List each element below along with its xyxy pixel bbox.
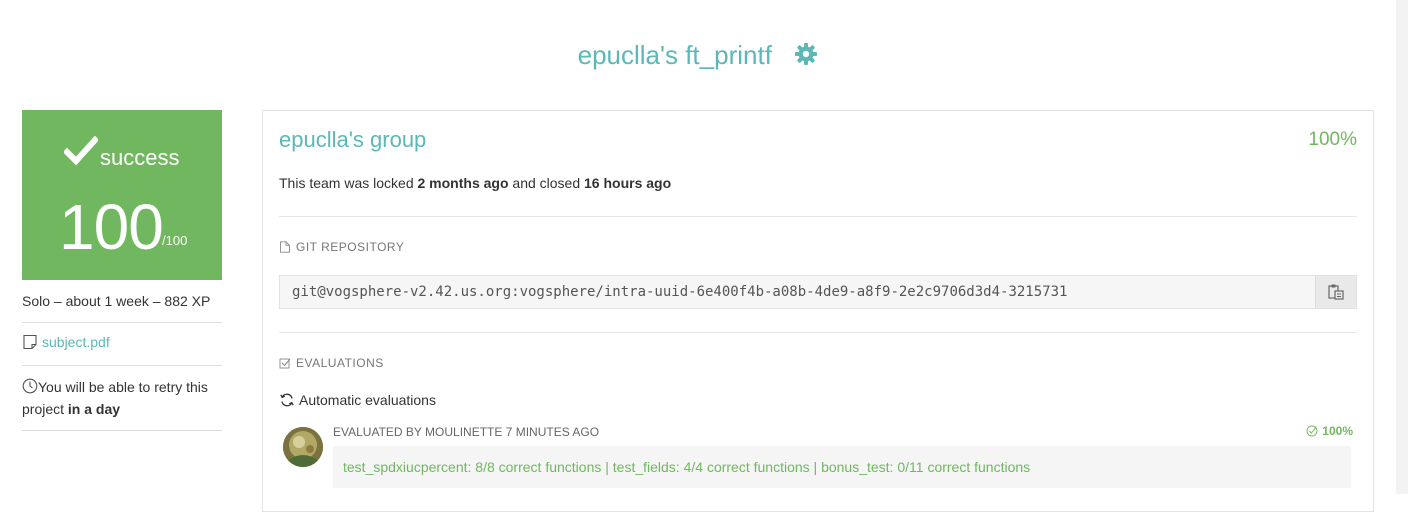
subject-pdf-link[interactable]: subject.pdf <box>22 334 110 350</box>
check-circle-icon <box>1306 425 1318 437</box>
gear-icon[interactable] <box>794 42 818 66</box>
git-section-label: GIT REPOSITORY <box>279 240 404 254</box>
project-status-box: success 100 /100 <box>22 110 222 280</box>
evaluation-result: test_spdxiucpercent: 8/8 correct functio… <box>333 446 1351 488</box>
final-score: 100 <box>59 191 164 263</box>
project-meta: Solo – about 1 week – 882 XP <box>22 293 211 309</box>
team-panel: epuclla's group 100% This team was locke… <box>262 110 1374 512</box>
document-icon <box>23 334 37 350</box>
evaluations-section-label: EVALUATIONS <box>279 356 384 370</box>
sidebar-divider <box>22 365 222 366</box>
evaluations-section-title: EVALUATIONS <box>296 356 384 370</box>
evaluator-avatar[interactable] <box>283 427 323 467</box>
copy-repo-button[interactable] <box>1315 276 1356 308</box>
locked-ago: 2 months ago <box>417 175 509 191</box>
sidebar-divider <box>22 322 222 323</box>
automatic-evaluations-heading: Automatic evaluations <box>279 392 436 408</box>
checkmark-icon <box>62 135 100 166</box>
page-title: epuclla's ft_printf <box>577 40 772 70</box>
clipboard-icon <box>1328 284 1344 300</box>
page-scrollbar[interactable] <box>1396 0 1408 494</box>
file-icon <box>280 241 290 253</box>
panel-divider <box>279 216 1357 217</box>
automatic-evaluations-label: Automatic evaluations <box>299 392 436 408</box>
panel-divider <box>279 332 1357 333</box>
lock-prefix: This team was locked <box>279 175 418 191</box>
clock-icon <box>22 378 38 394</box>
refresh-icon <box>280 393 294 407</box>
checkbox-icon <box>279 358 291 369</box>
sidebar-divider <box>22 430 222 431</box>
team-percent: 100% <box>1308 129 1357 150</box>
retry-note: You will be able to retry this project i… <box>22 376 222 420</box>
lock-middle: and closed <box>508 175 585 191</box>
score-max: /100 <box>162 233 188 248</box>
evaluator-line: EVALUATED BY MOULINETTE 7 MINUTES AGO <box>333 425 600 439</box>
git-repo-url[interactable]: git@vogsphere-v2.42.us.org:vogsphere/int… <box>292 284 1067 300</box>
git-section-title: GIT REPOSITORY <box>296 240 405 254</box>
evaluation-percent: 100% <box>1306 424 1353 438</box>
team-lock-note: This team was locked 2 months ago and cl… <box>279 175 671 191</box>
retry-when: in a day <box>67 401 121 417</box>
closed-ago: 16 hours ago <box>584 175 672 191</box>
status-label: success <box>100 145 180 170</box>
evaluation-percent-value: 100% <box>1322 424 1353 438</box>
evaluation-result-text: test_spdxiucpercent: 8/8 correct functio… <box>343 459 1031 475</box>
page-header: epuclla's ft_printf <box>0 40 1396 71</box>
git-repo-field[interactable]: git@vogsphere-v2.42.us.org:vogsphere/int… <box>279 275 1357 309</box>
subject-link-label: subject.pdf <box>42 334 110 350</box>
team-name[interactable]: epuclla's group <box>279 127 426 153</box>
